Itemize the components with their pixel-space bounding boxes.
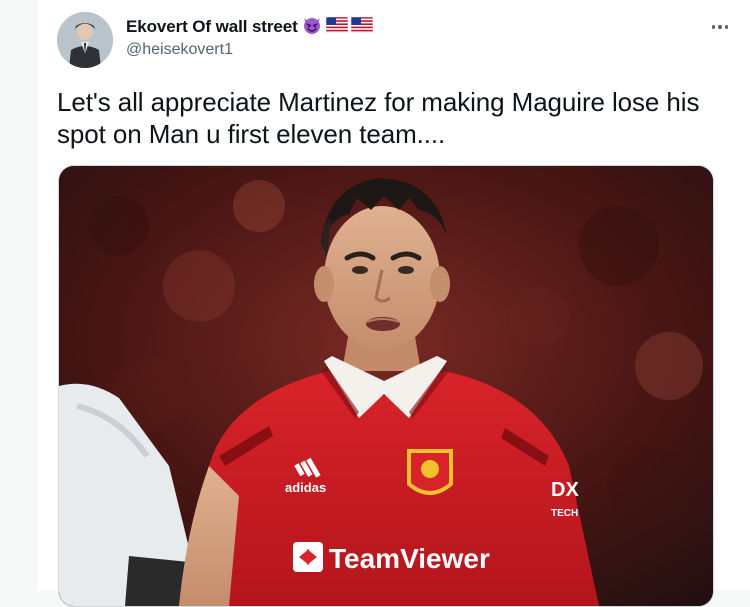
player-photo: adidas TeamViewer DX TECH xyxy=(59,166,713,606)
svg-text:DX: DX xyxy=(551,479,579,501)
us-flag-emoji xyxy=(325,16,348,38)
more-options-icon[interactable] xyxy=(707,14,733,40)
shirt-sponsor-text: TeamViewer xyxy=(329,543,490,574)
svg-text:adidas: adidas xyxy=(285,480,326,495)
tweet-media-photo[interactable]: adidas TeamViewer DX TECH xyxy=(58,165,714,607)
tweet-card[interactable]: Ekovert Of wall street @heisekovert1 Let… xyxy=(36,0,750,607)
us-flag-emoji xyxy=(350,16,373,38)
tweet-text: Let's all appreciate Martinez for making… xyxy=(57,87,700,149)
avatar-photo xyxy=(57,12,113,68)
avatar[interactable] xyxy=(57,12,113,68)
display-name[interactable]: Ekovert Of wall street xyxy=(126,17,298,37)
author-handle[interactable]: @heisekovert1 xyxy=(126,41,233,59)
svg-text:TECH: TECH xyxy=(551,508,578,519)
devil-emoji xyxy=(301,14,323,41)
author-name-row[interactable]: Ekovert Of wall street xyxy=(126,15,373,39)
